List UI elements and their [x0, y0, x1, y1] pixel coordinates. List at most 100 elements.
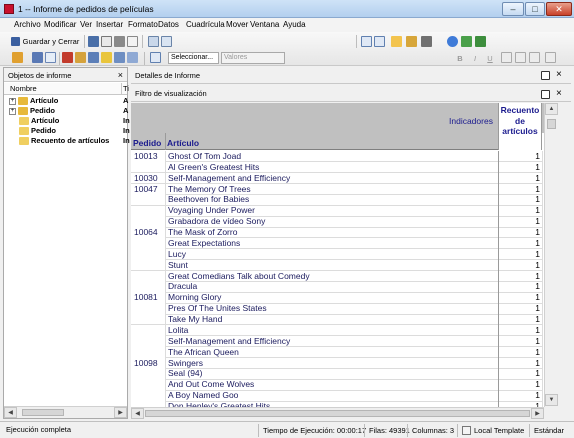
menu-item-9[interactable]: Ayuda — [283, 20, 306, 29]
prompt-icon[interactable] — [32, 52, 43, 63]
wizard-icon[interactable] — [12, 52, 23, 63]
count-cell[interactable]: 1 — [500, 336, 540, 347]
menu-item-5[interactable]: Datos — [158, 20, 179, 29]
count-cell[interactable]: 1 — [500, 173, 540, 184]
order-column-header[interactable]: Pedido — [133, 138, 161, 148]
tree-item[interactable]: Artículo — [19, 116, 59, 126]
item-cell[interactable]: Pres Of The Unites States — [168, 303, 267, 314]
menu-item-1[interactable]: Modificar — [44, 20, 76, 29]
underline-button[interactable]: U — [485, 52, 495, 65]
folder-icon[interactable] — [101, 52, 112, 63]
tree-item[interactable]: Recuento de artículos — [19, 136, 109, 146]
indicators-label[interactable]: Indicadores — [449, 116, 493, 126]
metric-header[interactable]: Recuento de artículos — [498, 103, 542, 150]
scroll-left-icon[interactable]: ◀ — [131, 408, 144, 419]
count-cell[interactable]: 1 — [500, 314, 540, 325]
scroll-thumb[interactable] — [145, 410, 530, 417]
item-cell[interactable]: A Boy Named Goo — [168, 390, 238, 401]
close-icon[interactable]: × — [556, 88, 562, 99]
item-column-header[interactable]: Artículo — [167, 138, 199, 148]
count-cell[interactable]: 1 — [500, 303, 540, 314]
minimize-button[interactable]: – — [502, 2, 524, 16]
align-center-icon[interactable] — [515, 52, 526, 63]
item-cell[interactable]: Great Expectations — [168, 238, 240, 249]
close-icon[interactable]: × — [118, 70, 123, 80]
count-cell[interactable]: 1 — [500, 358, 540, 369]
print-preview-icon[interactable] — [101, 36, 112, 47]
close-icon[interactable]: × — [556, 69, 562, 80]
menu-item-0[interactable]: Archivo — [14, 20, 41, 29]
item-cell[interactable]: Self-Management and Efficiency — [168, 173, 290, 184]
flag-icon[interactable] — [391, 36, 402, 47]
menu-item-4[interactable]: Formato — [128, 20, 158, 29]
count-cell[interactable]: 1 — [500, 325, 540, 336]
type-column-header[interactable]: Ti — [123, 84, 129, 93]
pivot-icon[interactable] — [127, 52, 138, 63]
item-cell[interactable]: Swingers — [168, 358, 203, 369]
scroll-right-icon[interactable]: ▶ — [114, 407, 127, 418]
menu-item-6[interactable]: Cuadrícula — [186, 20, 225, 29]
name-column-header[interactable]: Nombre — [10, 84, 37, 93]
info-icon[interactable] — [447, 36, 458, 47]
item-cell[interactable]: The African Queen — [168, 347, 239, 358]
item-cell[interactable]: Grabadora de vídeo Sony — [168, 216, 265, 227]
paste-icon[interactable] — [161, 36, 172, 47]
order-cell[interactable]: 10030 — [134, 173, 158, 184]
count-cell[interactable]: 1 — [500, 184, 540, 195]
item-cell[interactable]: Morning Glory — [168, 292, 221, 303]
count-cell[interactable]: 1 — [500, 271, 540, 282]
item-cell[interactable]: Self-Management and Efficiency — [168, 336, 290, 347]
align-right-icon[interactable] — [529, 52, 540, 63]
tree-item[interactable]: Pedido — [19, 126, 56, 136]
item-cell[interactable]: Seal (94) — [168, 368, 203, 379]
values-combo[interactable]: Valores — [221, 52, 285, 64]
align-left-icon[interactable] — [501, 52, 512, 63]
order-cell[interactable]: 10098 — [134, 358, 158, 369]
border-icon[interactable] — [545, 52, 556, 63]
item-cell[interactable]: Lucy — [168, 249, 186, 260]
menu-item-8[interactable]: Ventana — [250, 20, 279, 29]
scroll-down-icon[interactable]: ▼ — [545, 394, 558, 406]
italic-button[interactable]: I — [470, 52, 480, 65]
grid-options-icon[interactable] — [421, 36, 432, 47]
scroll-thumb[interactable] — [547, 119, 556, 129]
item-cell[interactable]: Voyaging Under Power — [168, 205, 255, 216]
view-icon[interactable] — [88, 36, 99, 47]
item-cell[interactable]: The Mask of Zorro — [168, 227, 237, 238]
formula-icon[interactable] — [45, 52, 56, 63]
count-cell[interactable]: 1 — [500, 162, 540, 173]
count-cell[interactable]: 1 — [500, 216, 540, 227]
item-cell[interactable]: Lolita — [168, 325, 188, 336]
item-cell[interactable]: And Out Come Wolves — [168, 379, 254, 390]
count-cell[interactable]: 1 — [500, 194, 540, 205]
print-icon[interactable] — [114, 36, 125, 47]
count-cell[interactable]: 1 — [500, 347, 540, 358]
count-cell[interactable]: 1 — [500, 260, 540, 271]
count-cell[interactable]: 1 — [500, 227, 540, 238]
bold-button[interactable]: B — [455, 52, 465, 65]
menu-item-3[interactable]: Insertar — [96, 20, 123, 29]
restore-icon[interactable] — [541, 90, 550, 99]
data-grid-icon[interactable] — [150, 52, 161, 63]
scroll-left-icon[interactable]: ◀ — [4, 407, 17, 418]
expand-icon[interactable]: + — [9, 107, 16, 115]
scroll-thumb[interactable] — [22, 409, 64, 416]
order-cell[interactable]: 10013 — [134, 151, 158, 162]
count-cell[interactable]: 1 — [500, 249, 540, 260]
order-cell[interactable]: 10081 — [134, 292, 158, 303]
select-combo[interactable]: Seleccionar... — [168, 52, 219, 64]
vertical-scrollbar[interactable]: ▲ ▼ — [544, 103, 558, 407]
scroll-right-icon[interactable]: ▶ — [531, 408, 544, 419]
horizontal-scrollbar[interactable]: ◀ ▶ — [4, 406, 127, 418]
count-cell[interactable]: 1 — [500, 390, 540, 401]
grid-horizontal-scrollbar[interactable]: ◀ ▶ — [131, 407, 544, 419]
item-cell[interactable]: Take My Hand — [168, 314, 222, 325]
item-cell[interactable]: Ghost Of Tom Joad — [168, 151, 241, 162]
count-cell[interactable]: 1 — [500, 205, 540, 216]
export-icon[interactable] — [127, 36, 138, 47]
save-close-button[interactable]: Guardar y Cerrar — [9, 35, 81, 48]
filter-icon[interactable] — [62, 52, 73, 63]
close-window-button[interactable]: ✕ — [546, 2, 572, 16]
tools-icon[interactable] — [406, 36, 417, 47]
count-cell[interactable]: 1 — [500, 292, 540, 303]
